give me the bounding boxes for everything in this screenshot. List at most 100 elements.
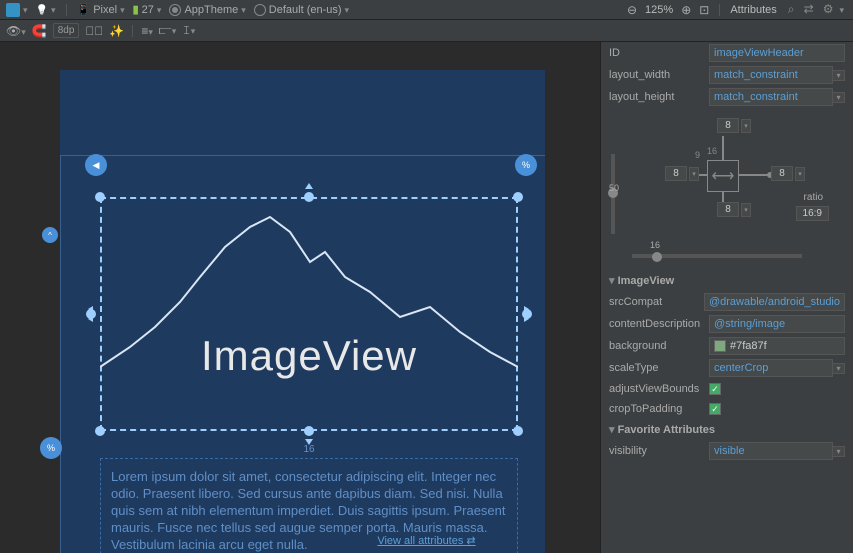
ratio-value[interactable]: 16:9 — [796, 206, 829, 221]
design-toolbar: 👁 🧲 8dp ✕⃝ ✨ ≡ ⫍ 𝙸 — [0, 20, 853, 42]
bias-badge-top-left[interactable]: ◀ — [85, 154, 107, 176]
bias-badge-top-right[interactable]: % — [515, 154, 537, 176]
attr-height-row: layout_height match_constraint ▾ — [601, 86, 853, 108]
clear-constraints-button[interactable]: ✕⃝ — [85, 24, 103, 38]
croptp-checkbox[interactable]: ✓ — [709, 403, 721, 415]
scaletype-value[interactable]: centerCrop — [709, 359, 833, 377]
fit-button[interactable]: ⊡ — [699, 3, 709, 17]
srccompat-value[interactable]: @drawable/android_studio — [704, 293, 845, 311]
constraint-box[interactable] — [707, 160, 739, 192]
attr-height-value[interactable]: match_constraint — [709, 88, 833, 106]
search-icon[interactable]: ⌕ — [788, 2, 795, 16]
margin-bottom: ▾ — [717, 202, 751, 217]
attr-width-dd[interactable]: ▾ — [833, 70, 845, 81]
attributes-title: Attributes — [730, 4, 776, 16]
margin-bottom-dd[interactable]: ▾ — [741, 203, 751, 217]
resize-handle-w[interactable] — [86, 309, 96, 319]
srccompat-label: srcCompat — [609, 296, 704, 308]
bulb-icon — [36, 4, 48, 16]
attr-id-row: ID imageViewHeader — [601, 42, 853, 64]
attr-width-label: layout_width — [609, 69, 709, 81]
guideline-dropdown[interactable]: 𝙸 — [182, 23, 195, 38]
margin-left-input[interactable] — [665, 166, 687, 181]
scaletype-dd[interactable]: ▾ — [833, 363, 845, 374]
attr-height-label: layout_height — [609, 91, 709, 103]
device-dropdown[interactable]: 📱 Pixel — [77, 3, 125, 16]
theme-icon — [169, 4, 181, 16]
background-value[interactable]: #7fa87f — [709, 337, 845, 355]
theme-dropdown[interactable]: AppTheme — [169, 4, 245, 16]
pack-dropdown[interactable]: ≡ — [141, 24, 153, 38]
section-favorites[interactable]: Favorite Attributes — [601, 419, 853, 440]
croptp-label: cropToPadding — [609, 403, 709, 415]
visibility-label: visibility — [609, 445, 709, 457]
theme-label: AppTheme — [184, 4, 238, 16]
zoom-in-button[interactable]: ⊕ — [681, 3, 691, 17]
design-canvas[interactable]: ◀ % ^ % ImageView 16 Lorem ipsum dolor s… — [0, 42, 600, 553]
main-area: ◀ % ^ % ImageView 16 Lorem ipsum dolor s… — [0, 42, 853, 553]
resize-handle-se[interactable] — [513, 426, 523, 436]
visibility-dd[interactable]: ▾ — [833, 446, 845, 457]
margin-top-input[interactable] — [717, 118, 739, 133]
horizontal-bias-value: 16 — [650, 240, 660, 250]
resize-handle-e[interactable] — [522, 309, 532, 319]
gear-icon[interactable]: ⚙ — [823, 2, 834, 16]
magnet-button[interactable]: 🧲 — [32, 24, 47, 38]
section-imageview[interactable]: ImageView — [601, 270, 853, 291]
infer-constraints-button[interactable]: ✨ — [109, 24, 124, 38]
resize-handle-sw[interactable] — [95, 426, 105, 436]
align-dropdown[interactable]: ⫍ — [159, 23, 176, 38]
panel-icons: ⌕ ⇄ ⚙ — [785, 2, 847, 17]
vertical-bias-value: 50 — [609, 183, 619, 193]
resize-handle-n[interactable] — [304, 192, 314, 202]
bias-handle-left[interactable]: ^ — [42, 227, 58, 243]
margin-left-dd[interactable]: ▾ — [689, 167, 699, 181]
bias-badge-bottom-left[interactable]: % — [40, 437, 62, 459]
layers-icon — [6, 3, 20, 17]
api-dropdown[interactable]: ▮ 27 — [133, 3, 162, 16]
attributes-panel: ID imageViewHeader layout_width match_co… — [600, 42, 853, 553]
margin-marker-bottom: 16 — [303, 444, 314, 455]
layers-dropdown[interactable] — [6, 3, 28, 17]
imageview-selection[interactable]: ImageView 16 — [100, 197, 518, 431]
constraint-widget: 50 16 16 9 ▾ ▾ ▾ — [607, 114, 847, 264]
margin-left: ▾ — [665, 166, 699, 181]
scaletype-label: scaleType — [609, 362, 709, 374]
locale-dropdown[interactable]: Default (en-us) — [254, 4, 349, 16]
margin-right-input[interactable] — [771, 166, 793, 181]
contentdesc-label: contentDescription — [609, 318, 709, 330]
ratio-label: ratio — [804, 192, 823, 203]
cw-size-left: 16 — [707, 146, 717, 156]
resize-handle-ne[interactable] — [513, 192, 523, 202]
api-label: 27 — [142, 4, 154, 16]
attr-id-value[interactable]: imageViewHeader — [709, 44, 845, 62]
top-toolbar: 📱 Pixel ▮ 27 AppTheme Default (en-us) ⊖ … — [0, 0, 853, 20]
margin-bottom-input[interactable] — [717, 202, 739, 217]
attr-height-dd[interactable]: ▾ — [833, 92, 845, 103]
imageview-caption: ImageView — [100, 332, 518, 380]
horizontal-bias-thumb[interactable] — [652, 252, 662, 262]
visibility-value[interactable]: visible — [709, 442, 833, 460]
background-label: background — [609, 340, 709, 352]
color-swatch-icon — [714, 340, 726, 352]
adjustvb-checkbox[interactable]: ✓ — [709, 383, 721, 395]
resize-handle-s[interactable] — [304, 426, 314, 436]
locale-label: Default (en-us) — [269, 4, 342, 16]
constraint-arrow-top[interactable] — [305, 183, 313, 189]
attr-width-row: layout_width match_constraint ▾ — [601, 64, 853, 86]
margin-top-dd[interactable]: ▾ — [741, 119, 751, 133]
hints-dropdown[interactable] — [36, 4, 56, 16]
resize-handle-nw[interactable] — [95, 192, 105, 202]
globe-icon — [254, 4, 266, 16]
margin-right-dd[interactable]: ▾ — [795, 167, 805, 181]
swap-icon[interactable]: ⇄ — [804, 2, 814, 16]
margin-right: ▾ — [771, 166, 805, 181]
default-margin-input[interactable]: 8dp — [53, 23, 80, 38]
android-icon: ▮ — [133, 3, 139, 16]
zoom-out-button[interactable]: ⊖ — [627, 3, 637, 17]
contentdesc-value[interactable]: @string/image — [709, 315, 845, 333]
adjustvb-label: adjustViewBounds — [609, 383, 709, 395]
view-mode-button[interactable]: 👁 — [6, 24, 26, 38]
attr-width-value[interactable]: match_constraint — [709, 66, 833, 84]
attr-id-label: ID — [609, 47, 709, 59]
